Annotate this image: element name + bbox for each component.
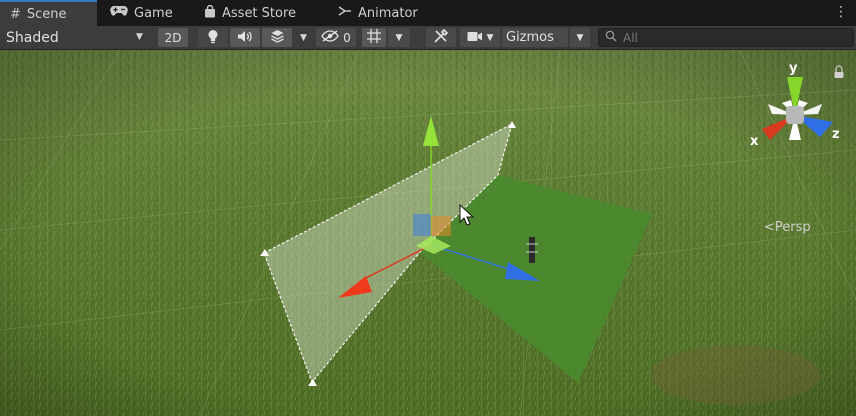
audio-toggle-button[interactable] <box>230 28 260 47</box>
yz-plane-handle[interactable] <box>413 214 431 236</box>
scene-visibility-button[interactable]: 0 <box>316 28 356 47</box>
gizmos-label: Gizmos <box>506 30 554 45</box>
lighting-toggle-button[interactable] <box>198 28 228 47</box>
tab-animator[interactable]: Animator <box>328 0 438 26</box>
tab-animator-label: Animator <box>358 5 418 21</box>
gizmos-dropdown-button[interactable]: ▼ <box>570 28 590 47</box>
chevron-down-icon: ▼ <box>136 32 143 42</box>
grid-icon: # <box>10 6 21 22</box>
hierarchy-search-field[interactable]: All <box>598 28 854 47</box>
camera-projection-toggle[interactable]: <Persp <box>764 220 811 235</box>
camera-settings-button[interactable]: ▼ <box>460 28 500 47</box>
2d-label: 2D <box>164 30 182 45</box>
animator-icon <box>338 5 352 21</box>
tab-scene[interactable]: # Scene <box>0 0 97 26</box>
speaker-icon <box>237 30 253 46</box>
tab-scene-label: Scene <box>26 6 67 22</box>
wrench-tools-icon <box>433 28 449 47</box>
search-placeholder: All <box>623 30 638 45</box>
gizmo-z-label: z <box>832 127 840 142</box>
gamepad-icon <box>110 5 128 21</box>
gizmos-chevron-down-icon: ▼ <box>576 32 584 43</box>
shopping-bag-icon <box>204 4 216 22</box>
scene-viewport[interactable]: y x z <Persp <box>0 50 856 416</box>
tab-asset-store[interactable]: Asset Store <box>194 0 322 26</box>
tools-button[interactable] <box>426 28 456 47</box>
grid-dropdown-button[interactable]: ▼ <box>388 28 410 47</box>
draw-mode-label: Shaded <box>6 29 59 46</box>
video-camera-icon <box>467 31 483 45</box>
persp-label: Persp <box>774 220 811 235</box>
effects-toggle-button[interactable] <box>262 28 292 47</box>
tab-bar: # Scene Game Asset Store Animator ⋮ <box>0 0 856 26</box>
search-icon <box>605 30 617 45</box>
xy-plane-handle[interactable] <box>431 216 451 236</box>
gizmo-y-label: y <box>789 61 798 76</box>
2d-toggle-button[interactable]: 2D <box>158 28 188 47</box>
tab-game-label: Game <box>134 5 173 21</box>
hidden-object-count: 0 <box>343 30 351 45</box>
scene-view-canvas: y x z <box>0 50 856 416</box>
tab-asset-store-label: Asset Store <box>222 5 297 21</box>
grid-snap-icon <box>366 28 382 47</box>
tab-game[interactable]: Game <box>100 0 190 26</box>
layers-icon <box>270 29 285 46</box>
gizmo-center-cube[interactable] <box>786 106 804 124</box>
lightbulb-icon <box>207 29 219 47</box>
dirt-patch <box>650 345 820 405</box>
chevron-left-icon: < <box>764 220 775 235</box>
grid-chevron-down-icon: ▼ <box>395 32 403 43</box>
scene-toolbar: Shaded ▼ 2D ▼ 0 ▼ ▼ Gizmos ▼ All <box>0 26 856 50</box>
gizmo-x-label: x <box>750 134 759 149</box>
camera-chevron-down-icon: ▼ <box>486 32 494 43</box>
eye-slash-icon <box>321 30 339 45</box>
gizmos-button[interactable]: Gizmos <box>502 28 568 47</box>
grid-toggle-button[interactable] <box>362 28 386 47</box>
effects-dropdown-chevron-icon[interactable]: ▼ <box>300 33 307 43</box>
draw-mode-dropdown[interactable]: Shaded ▼ <box>0 28 150 47</box>
more-options-icon[interactable]: ⋮ <box>834 4 848 20</box>
